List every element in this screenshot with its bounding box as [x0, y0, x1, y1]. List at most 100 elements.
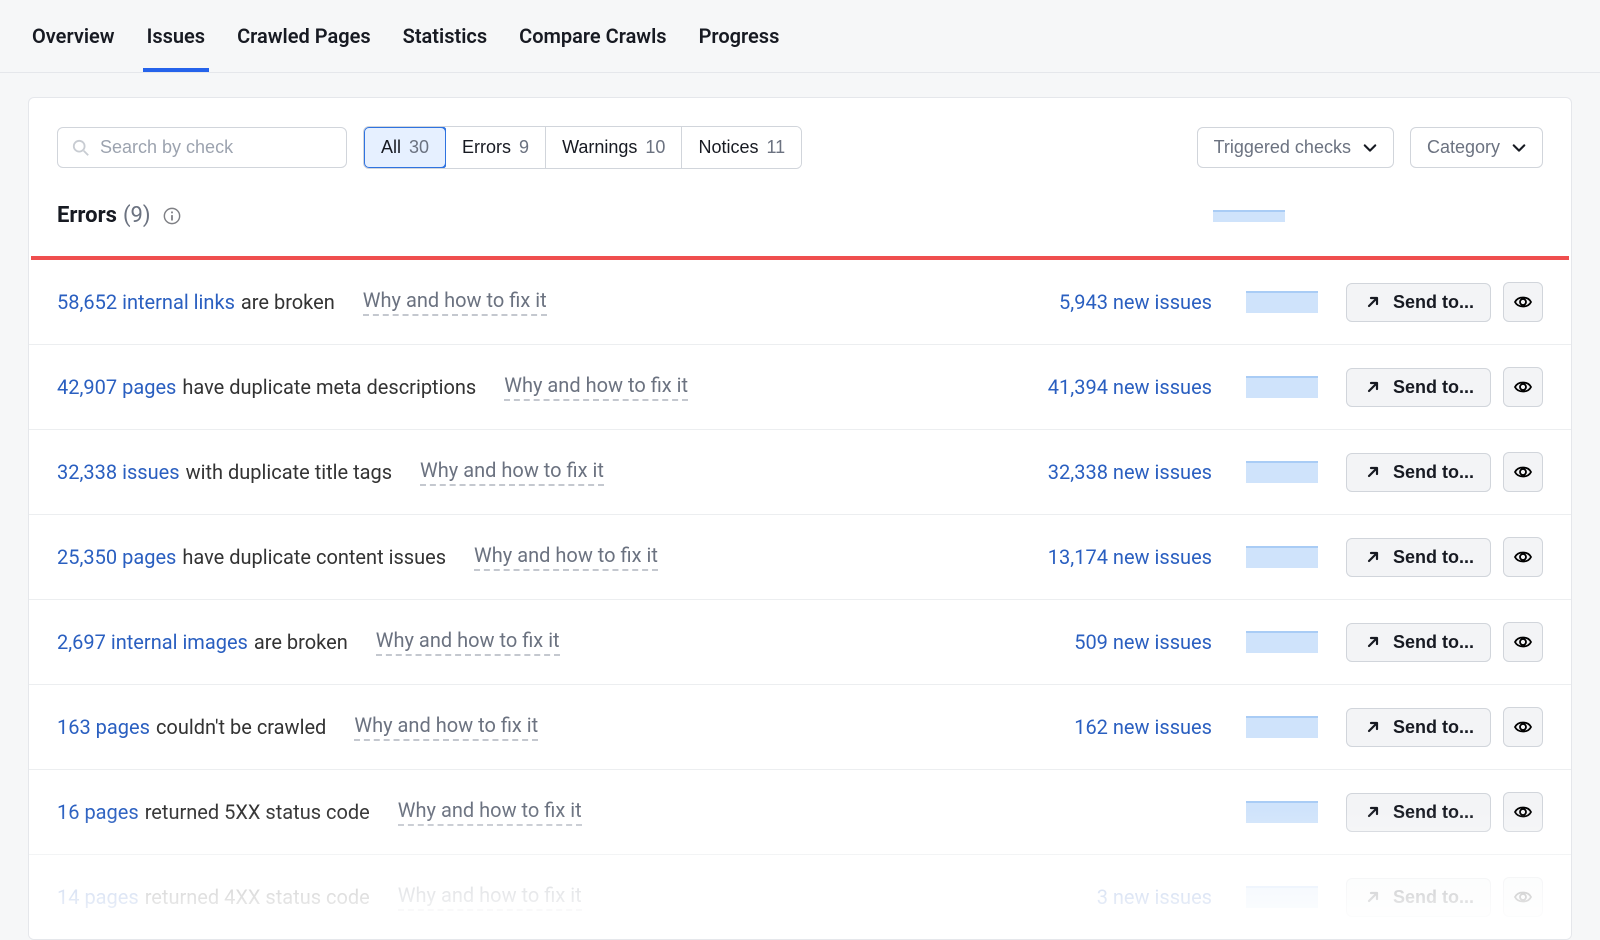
hide-issue-button[interactable]: [1503, 367, 1543, 407]
trend-header-sparkline: [1213, 210, 1285, 222]
send-icon: [1363, 292, 1383, 312]
tab-compare-crawls[interactable]: Compare Crawls: [515, 0, 670, 72]
send-icon: [1363, 717, 1383, 737]
new-issues-link[interactable]: 162 new issues: [1002, 715, 1212, 739]
triggered-checks-dropdown[interactable]: Triggered checks: [1197, 127, 1394, 168]
issue-count-link[interactable]: 14 pages: [57, 885, 139, 909]
send-icon: [1363, 887, 1383, 907]
new-issues-link[interactable]: 32,338 new issues: [1002, 460, 1212, 484]
trend-sparkline: [1246, 291, 1318, 313]
issue-description: have duplicate content issues: [182, 545, 446, 569]
why-how-fix-link[interactable]: Why and how to fix it: [354, 713, 538, 741]
issue-row: 16 pagesreturned 5XX status code Why and …: [29, 770, 1571, 855]
issue-row: 32,338 issueswith duplicate title tags Wh…: [29, 430, 1571, 515]
issue-description: with duplicate title tags: [186, 460, 392, 484]
category-dropdown[interactable]: Category: [1410, 127, 1543, 168]
send-to-button[interactable]: Send to...: [1346, 793, 1491, 832]
hide-issue-button[interactable]: [1503, 622, 1543, 662]
send-label: Send to...: [1393, 887, 1474, 908]
new-issues-link[interactable]: 3 new issues: [1002, 885, 1212, 909]
issue-text: 2,697 internal imagesare broken: [57, 630, 348, 654]
chevron-down-icon: [1512, 141, 1526, 155]
issue-count-link[interactable]: 58,652 internal links: [57, 290, 235, 314]
new-issues-link[interactable]: 13,174 new issues: [1002, 545, 1212, 569]
issue-count-link[interactable]: 163 pages: [57, 715, 150, 739]
trend-sparkline: [1246, 801, 1318, 823]
issue-count-link[interactable]: 2,697 internal images: [57, 630, 248, 654]
hide-issue-button[interactable]: [1503, 792, 1543, 832]
eye-icon: [1513, 717, 1533, 737]
hide-issue-button[interactable]: [1503, 707, 1543, 747]
trend-sparkline: [1246, 461, 1318, 483]
why-how-fix-link[interactable]: Why and how to fix it: [474, 543, 658, 571]
issue-count-link[interactable]: 25,350 pages: [57, 545, 176, 569]
issue-text: 32,338 issueswith duplicate title tags: [57, 460, 392, 484]
send-to-button[interactable]: Send to...: [1346, 538, 1491, 577]
send-label: Send to...: [1393, 802, 1474, 823]
send-icon: [1363, 632, 1383, 652]
eye-icon: [1513, 462, 1533, 482]
why-how-fix-link[interactable]: Why and how to fix it: [376, 628, 560, 656]
info-icon[interactable]: [163, 207, 181, 225]
send-to-button[interactable]: Send to...: [1346, 453, 1491, 492]
dropdown-label: Category: [1427, 137, 1500, 158]
issues-panel: All30Errors9Warnings10Notices11 Triggere…: [28, 97, 1572, 940]
issue-row: 163 pagescouldn't be crawledWhy and how …: [29, 685, 1571, 770]
issue-count-link[interactable]: 32,338 issues: [57, 460, 180, 484]
filter-label: Errors: [462, 137, 511, 158]
filter-errors[interactable]: Errors9: [446, 127, 546, 168]
tab-crawled-pages[interactable]: Crawled Pages: [233, 0, 375, 72]
eye-icon: [1513, 802, 1533, 822]
filter-all[interactable]: All30: [363, 126, 447, 169]
tab-overview[interactable]: Overview: [28, 0, 119, 72]
filter-notices[interactable]: Notices11: [682, 127, 801, 168]
dropdown-label: Triggered checks: [1214, 137, 1351, 158]
eye-icon: [1513, 547, 1533, 567]
search-input[interactable]: [100, 137, 332, 158]
filter-label: Warnings: [562, 137, 637, 158]
why-how-fix-link[interactable]: Why and how to fix it: [398, 798, 582, 826]
trend-sparkline: [1246, 631, 1318, 653]
filter-count: 11: [766, 137, 785, 158]
issue-row: 2,697 internal imagesare broken Why and h…: [29, 600, 1571, 685]
why-how-fix-link[interactable]: Why and how to fix it: [398, 883, 582, 911]
nav-tabs: Overview Issues Crawled Pages Statistics Com…: [0, 0, 1600, 73]
filter-warnings[interactable]: Warnings10: [546, 127, 682, 168]
hide-issue-button[interactable]: [1503, 452, 1543, 492]
issue-count-link[interactable]: 16 pages: [57, 800, 139, 824]
issue-count-link[interactable]: 42,907 pages: [57, 375, 176, 399]
issue-list: 58,652 internal linksare brokenWhy and h…: [29, 260, 1571, 939]
issue-description: returned 5XX status code: [145, 800, 370, 824]
filter-label: All: [381, 137, 401, 158]
hide-issue-button[interactable]: [1503, 537, 1543, 577]
new-issues-link[interactable]: 5,943 new issues: [1002, 290, 1212, 314]
eye-icon: [1513, 377, 1533, 397]
why-how-fix-link[interactable]: Why and how to fix it: [363, 288, 547, 316]
trend-sparkline: [1246, 546, 1318, 568]
hide-issue-button[interactable]: [1503, 877, 1543, 917]
send-to-button[interactable]: Send to...: [1346, 878, 1491, 917]
search-input-wrapper[interactable]: [57, 127, 347, 168]
eye-icon: [1513, 292, 1533, 312]
issue-description: are broken: [254, 630, 348, 654]
tab-progress[interactable]: Progress: [695, 0, 784, 72]
send-label: Send to...: [1393, 547, 1474, 568]
tab-issues[interactable]: Issues: [143, 0, 210, 72]
why-how-fix-link[interactable]: Why and how to fix it: [420, 458, 604, 486]
send-label: Send to...: [1393, 632, 1474, 653]
send-icon: [1363, 802, 1383, 822]
send-to-button[interactable]: Send to...: [1346, 283, 1491, 322]
send-to-button[interactable]: Send to...: [1346, 708, 1491, 747]
tab-statistics[interactable]: Statistics: [399, 0, 492, 72]
send-label: Send to...: [1393, 292, 1474, 313]
send-to-button[interactable]: Send to...: [1346, 623, 1491, 662]
new-issues-link[interactable]: 41,394 new issues: [1002, 375, 1212, 399]
send-to-button[interactable]: Send to...: [1346, 368, 1491, 407]
why-how-fix-link[interactable]: Why and how to fix it: [504, 373, 688, 401]
issue-description: are broken: [241, 290, 335, 314]
severity-filter: All30Errors9Warnings10Notices11: [363, 126, 802, 169]
issue-row: 42,907 pageshave duplicate meta descript…: [29, 345, 1571, 430]
new-issues-link[interactable]: 509 new issues: [1002, 630, 1212, 654]
hide-issue-button[interactable]: [1503, 282, 1543, 322]
issue-text: 42,907 pageshave duplicate meta descript…: [57, 375, 476, 399]
